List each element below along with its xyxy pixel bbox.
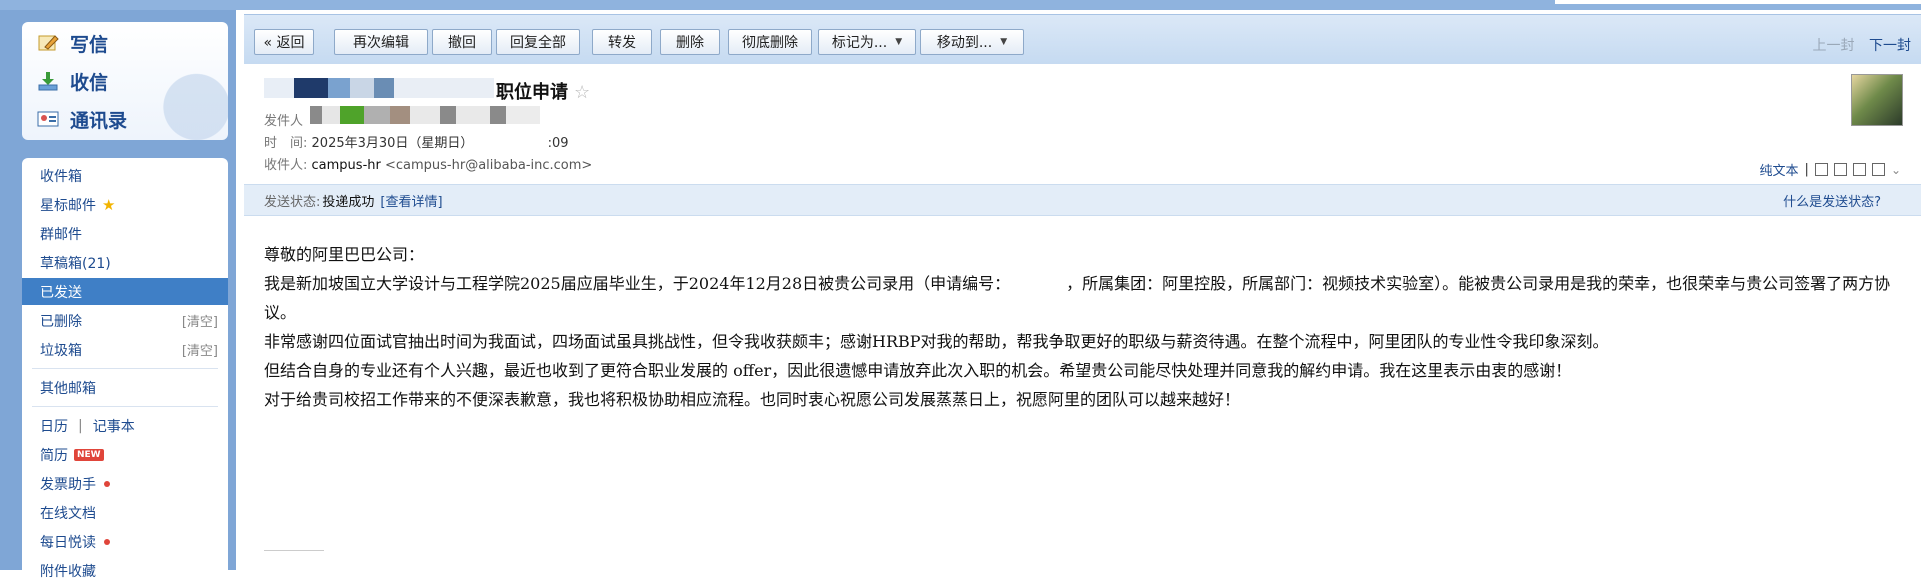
clear-deleted-link[interactable]: [清空] xyxy=(182,311,218,330)
toolbar: « 返回 再次编辑 撤回 回复全部 转发 删除 彻底删除 标记为... ▼ 移动到… xyxy=(244,14,1921,65)
new-badge: NEW xyxy=(74,448,104,461)
folder-inbox[interactable]: 收件箱 xyxy=(22,162,228,189)
divider xyxy=(32,368,218,369)
mail-header: 职位申请 ☆ 发件人 时 间: 2025年3月30日（星期日） :09 收件人: … xyxy=(244,64,1921,180)
clear-spam-link[interactable]: [清空] xyxy=(182,340,218,359)
caret-down-icon: ▼ xyxy=(1000,37,1008,47)
plain-text-link[interactable]: 纯文本 xyxy=(1760,160,1799,179)
redacted-subject xyxy=(264,78,494,98)
paragraph-1: 我是新加坡国立大学设计与工程学院2025届应届毕业生，于2024年12月28日被… xyxy=(264,274,1891,322)
receive-mail-button[interactable]: 收信 xyxy=(36,66,108,96)
qq-mascot-decoration xyxy=(136,62,228,140)
send-status-bar: 发送状态: 投递成功 [查看详情] 什么是发送状态? xyxy=(244,184,1921,216)
what-is-send-status-link[interactable]: 什么是发送状态? xyxy=(1783,191,1881,210)
inbox-download-icon xyxy=(36,70,60,92)
sender-avatar xyxy=(1851,74,1903,126)
star-outline-icon[interactable]: ☆ xyxy=(574,82,590,103)
tools-docs[interactable]: 在线文档 xyxy=(22,499,228,526)
move-to-dropdown[interactable]: 移动到... ▼ xyxy=(920,29,1024,55)
folder-group[interactable]: 群邮件 xyxy=(22,220,228,247)
paragraph-4: 对于给贵司校招工作带来的不便深表歉意，我也将积极协助相应流程。也同时衷心祝愿公司… xyxy=(264,390,1241,409)
contacts-button[interactable]: 通讯录 xyxy=(36,104,127,134)
tools-attachments[interactable]: 附件收藏 xyxy=(22,557,228,584)
delete-permanently-button[interactable]: 彻底删除 xyxy=(728,29,812,55)
notification-dot xyxy=(104,538,110,545)
to-row: 收件人: campus-hr <campus-hr@alibaba-inc.co… xyxy=(264,158,593,173)
folder-starred[interactable]: 星标邮件 ★ xyxy=(22,191,228,218)
time-row: 时 间: 2025年3月30日（星期日） :09 xyxy=(264,136,569,151)
folder-sent[interactable]: 已发送 xyxy=(22,278,228,305)
view-details-link[interactable]: [查看详情] xyxy=(380,191,442,210)
reedit-button[interactable]: 再次编辑 xyxy=(334,29,428,55)
calendar-link[interactable]: 日历 xyxy=(40,416,68,436)
folder-list: 收件箱 星标邮件 ★ 群邮件 草稿箱(21) 已发送 已删除 [清空] 垃圾箱 [清空… xyxy=(22,158,228,588)
from-row: 发件人 xyxy=(264,114,304,129)
tools-resume[interactable]: 简历 NEW xyxy=(22,441,228,468)
forward-button[interactable]: 转发 xyxy=(592,29,652,55)
star-icon: ★ xyxy=(102,195,116,214)
mark-as-dropdown[interactable]: 标记为... ▼ xyxy=(818,29,916,55)
full-screen-icon[interactable] xyxy=(1833,163,1847,176)
share-icon[interactable] xyxy=(1852,163,1866,176)
notification-dot xyxy=(104,480,110,487)
expand-icon[interactable]: ⌄ xyxy=(1891,163,1901,177)
tools-invoice[interactable]: 发票助手 xyxy=(22,470,228,497)
new-window-icon[interactable] xyxy=(1814,163,1828,176)
folder-spam[interactable]: 垃圾箱 [清空] xyxy=(22,336,228,363)
tools-daily-reading[interactable]: 每日悦读 xyxy=(22,528,228,555)
write-mail-button[interactable]: 写信 xyxy=(36,28,108,58)
mail-body: 尊敬的阿里巴巴公司： 我是新加坡国立大学设计与工程学院2025届应届毕业生，于2… xyxy=(264,240,1894,414)
prev-mail-link[interactable]: 上一封 xyxy=(1813,38,1855,54)
redacted-sender xyxy=(310,106,540,124)
print-icon[interactable] xyxy=(1871,163,1885,176)
view-tools: 纯文本 | ⌄ xyxy=(1759,160,1901,179)
recipient-name[interactable]: campus-hr xyxy=(312,158,381,173)
recall-button[interactable]: 撤回 xyxy=(432,29,492,55)
delete-button[interactable]: 删除 xyxy=(660,29,720,55)
top-strip-gap xyxy=(1555,0,1921,4)
mail-subject: 职位申请 ☆ xyxy=(496,82,591,103)
pencil-icon xyxy=(36,32,60,54)
contacts-card-icon xyxy=(36,108,60,130)
next-mail-link[interactable]: 下一封 xyxy=(1869,38,1911,54)
paragraph-2: 非常感谢四位面试官抽出时间为我面试，四场面试虽具挑战性，但令我收获颇丰；感谢HR… xyxy=(264,332,1609,351)
caret-down-icon: ▼ xyxy=(895,37,903,47)
compose-panel: 写信 收信 通讯录 xyxy=(22,22,228,140)
back-button[interactable]: « 返回 xyxy=(254,29,314,55)
folder-other-mailbox[interactable]: 其他邮箱 xyxy=(22,374,228,401)
paragraph-3: 但结合自身的专业还有个人兴趣，最近也收到了更符合职业发展的 offer，因此很遗… xyxy=(264,361,1572,380)
sidebar: 写信 收信 通讯录 收件箱 星标邮件 ★ 群邮件 草稿箱(21) 已发送 已删除[… xyxy=(0,10,236,588)
recipient-address: <campus-hr@alibaba-inc.com> xyxy=(385,158,593,173)
send-status-value: 投递成功 xyxy=(322,194,375,210)
reply-all-button[interactable]: 回复全部 xyxy=(496,29,580,55)
divider xyxy=(32,406,218,407)
greeting: 尊敬的阿里巴巴公司： xyxy=(264,245,425,264)
mail-reader: « 返回 再次编辑 撤回 回复全部 转发 删除 彻底删除 标记为... ▼ 移动到… xyxy=(244,14,1921,570)
signature-divider xyxy=(264,550,324,551)
pager: 上一封 下一封 xyxy=(1813,35,1911,55)
folder-deleted[interactable]: 已删除 [清空] xyxy=(22,307,228,334)
tools-calendar-notes: 日历 | 记事本 xyxy=(40,416,135,436)
notes-link[interactable]: 记事本 xyxy=(93,416,135,436)
folder-drafts[interactable]: 草稿箱(21) xyxy=(22,249,228,276)
